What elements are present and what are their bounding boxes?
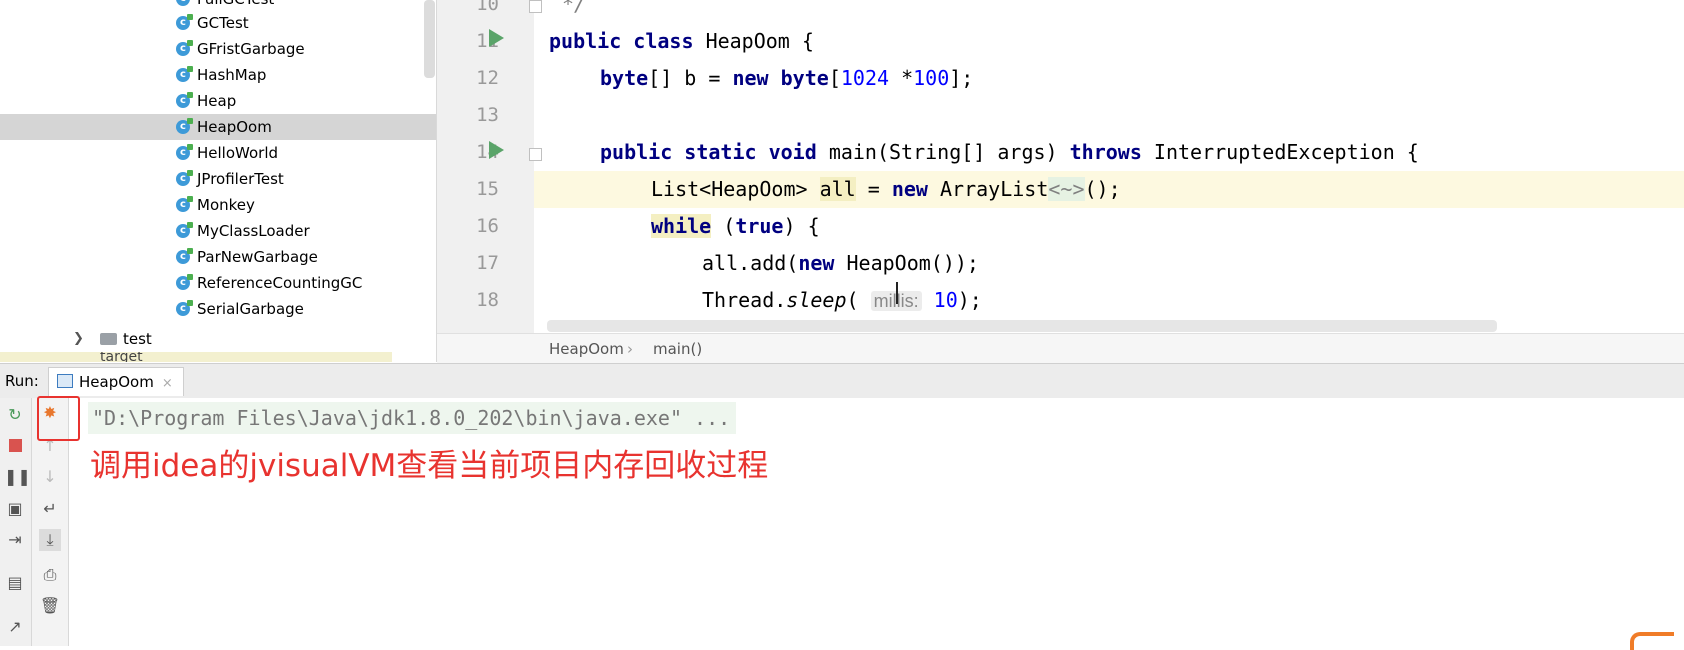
layout-icon[interactable]: ▤ <box>4 572 26 594</box>
arrow-down-icon[interactable]: ↓ <box>39 466 61 488</box>
code-line-11: public class HeapOom { <box>549 29 814 53</box>
camera-icon[interactable]: ▣ <box>4 498 26 520</box>
breadcrumb-method[interactable]: main() <box>653 334 702 364</box>
tree-folder-test[interactable]: ❯ test <box>0 327 436 351</box>
tree-item[interactable]: c MyClassLoader <box>0 218 436 244</box>
class-icon: c <box>176 0 190 6</box>
trash-icon[interactable]: 🗑 <box>39 595 61 617</box>
breadcrumb-separator: › <box>627 340 633 358</box>
breadcrumb: HeapOom › main() <box>437 333 1684 364</box>
stop-icon[interactable] <box>4 435 26 457</box>
run-main-icon[interactable] <box>489 141 504 159</box>
class-icon: c <box>176 40 193 56</box>
code-line-14: public static void main(String[] args) t… <box>600 140 1419 164</box>
class-icon: c <box>176 92 193 108</box>
tree-item[interactable]: c GCTest <box>0 10 436 36</box>
class-icon: c <box>176 144 193 160</box>
folder-label: test <box>123 330 152 348</box>
scroll-to-end-icon[interactable]: ⤓ <box>39 529 61 551</box>
exit-icon[interactable]: ⇥ <box>4 529 26 551</box>
tree-item[interactable]: c ReferenceCountingGC <box>0 270 436 296</box>
code-line-16: while (true) { <box>651 214 820 238</box>
folder-icon <box>100 333 117 345</box>
code-line-12: byte[] b = new byte[1024 *100]; <box>600 66 974 90</box>
tree-item-label: ParNewGarbage <box>197 248 318 266</box>
tree-item[interactable]: c HelloWorld <box>0 140 436 166</box>
class-icon: c <box>176 196 193 212</box>
print-icon[interactable]: ⎙ <box>39 564 61 586</box>
console-command-line: "D:\Program Files\Java\jdk1.8.0_202\bin\… <box>88 402 737 434</box>
run-console[interactable] <box>0 398 1684 646</box>
line-number: 17 <box>476 252 499 274</box>
chevron-right-icon[interactable]: ❯ <box>73 327 84 351</box>
run-class-icon[interactable] <box>489 29 504 47</box>
pin-icon[interactable]: ↗ <box>4 616 26 638</box>
tree-item-label: ReferenceCountingGC <box>197 274 363 292</box>
tree-item[interactable]: c HashMap <box>0 62 436 88</box>
tree-scrollbar[interactable] <box>424 0 435 78</box>
tree-item-label: MyClassLoader <box>197 222 310 240</box>
run-toolbar-left: ↻ ❚❚ ▣ ⇥ ▤ ↗ <box>0 398 32 646</box>
line-number: 12 <box>476 67 499 89</box>
run-label: Run: <box>5 372 39 390</box>
code-editor[interactable]: 10 11 12 13 14 15 16 17 18 */ public class HeapO… <box>437 0 1684 333</box>
tree-item[interactable]: c ParNewGarbage <box>0 244 436 270</box>
annotation-highlight-box <box>37 396 80 441</box>
class-icon: c <box>176 248 193 264</box>
tree-item-label: GCTest <box>197 14 249 32</box>
editor-horizontal-scrollbar[interactable] <box>547 320 1497 332</box>
class-icon: c <box>176 222 193 238</box>
tree-item-label: JProfilerTest <box>197 170 284 188</box>
tree-item[interactable]: c JProfilerTest <box>0 166 436 192</box>
breadcrumb-class[interactable]: HeapOom <box>549 334 624 364</box>
tree-item[interactable]: c GFristGarbage <box>0 36 436 62</box>
run-tab-heapoom[interactable]: HeapOom × <box>48 367 184 396</box>
run-tab-label: HeapOom <box>79 373 154 391</box>
tree-item-label: Monkey <box>197 196 255 214</box>
line-number: 18 <box>476 289 499 311</box>
tree-item[interactable]: c SerialGarbage <box>0 296 436 322</box>
class-icon: c <box>176 118 193 134</box>
soft-wrap-icon[interactable]: ↵ <box>39 498 61 520</box>
run-config-icon <box>57 374 73 388</box>
class-icon: c <box>176 274 193 290</box>
pause-icon[interactable]: ❚❚ <box>4 466 31 488</box>
run-toolwindow-header: Run: HeapOom × <box>0 363 1684 399</box>
project-tree: c FullGCTest cGCTestcGFristGarbagecHashM… <box>0 0 437 362</box>
tree-item-label: SerialGarbage <box>197 300 304 318</box>
code-line-17: all.add(new HeapOom()); <box>702 251 979 275</box>
class-icon: c <box>176 66 193 82</box>
code-line-15: List<HeapOom> all = new ArrayList<~>(); <box>534 171 1684 208</box>
close-icon[interactable]: × <box>162 376 173 391</box>
tree-item-label: HelloWorld <box>197 144 279 162</box>
line-number: 16 <box>476 215 499 237</box>
line-number: 10 <box>476 0 499 15</box>
rerun-icon[interactable]: ↻ <box>4 404 26 426</box>
tree-item[interactable]: c HeapOom <box>0 114 436 140</box>
line-number: 13 <box>476 104 499 126</box>
tree-item[interactable]: c Monkey <box>0 192 436 218</box>
annotation-text: 调用idea的jvisualVM查看当前项目内存回收过程 <box>90 448 769 484</box>
tree-item-label: HashMap <box>197 66 267 84</box>
code-line-18: Thread.sleep( millis: 10); <box>702 288 982 312</box>
tree-folder-target[interactable]: target <box>0 352 392 362</box>
class-icon: c <box>176 300 193 316</box>
tree-item-label: Heap <box>197 92 237 110</box>
text-cursor <box>896 282 898 304</box>
code-line-10: */ <box>562 0 587 16</box>
tree-item-label: HeapOom <box>197 118 272 136</box>
tree-item[interactable]: c Heap <box>0 88 436 114</box>
line-number: 15 <box>476 178 499 200</box>
class-icon: c <box>176 170 193 186</box>
watermark-logo <box>1630 632 1674 650</box>
folder-label: target <box>100 352 143 362</box>
tree-item-label: GFristGarbage <box>197 40 305 58</box>
class-icon: c <box>176 14 193 30</box>
